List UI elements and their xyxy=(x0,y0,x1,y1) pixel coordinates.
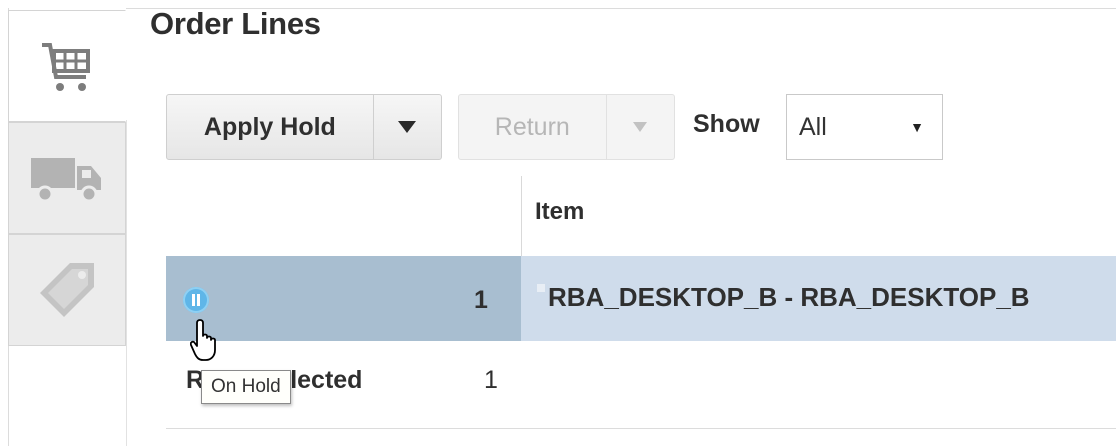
side-tab-shipment[interactable] xyxy=(8,122,126,234)
column-divider xyxy=(521,176,522,256)
apply-hold-menu-button[interactable] xyxy=(374,95,441,159)
return-menu-button[interactable] xyxy=(607,95,674,159)
truck-icon xyxy=(31,158,101,203)
caret-down-icon xyxy=(398,121,417,133)
return-button[interactable]: Return xyxy=(459,95,607,159)
show-filter-label: Show xyxy=(693,110,760,138)
side-tab-order[interactable] xyxy=(8,10,126,122)
show-filter-value: All xyxy=(799,112,827,141)
select-caret-icon: ▼ xyxy=(910,119,924,135)
pause-bar xyxy=(192,294,195,306)
line-number: 1 xyxy=(474,286,488,314)
side-tab-pricing[interactable] xyxy=(8,234,126,346)
cell-marker xyxy=(537,284,545,292)
caret-down-icon xyxy=(633,122,648,132)
side-tab-bar xyxy=(8,10,126,350)
on-hold-icon[interactable] xyxy=(183,287,209,313)
show-filter-select[interactable]: All ▼ xyxy=(786,94,943,160)
page-title: Order Lines xyxy=(150,6,321,41)
table-bottom-border xyxy=(166,428,1116,429)
column-header-item[interactable]: Item xyxy=(535,198,584,226)
apply-hold-button[interactable]: Apply Hold xyxy=(167,95,374,159)
rows-selected-count: 1 xyxy=(484,366,498,394)
return-split-button: Return xyxy=(458,94,675,160)
pause-bar xyxy=(197,294,200,306)
apply-hold-split-button: Apply Hold xyxy=(166,94,442,160)
price-tag-icon xyxy=(40,263,94,317)
shopping-cart-icon xyxy=(42,43,90,91)
on-hold-tooltip: On Hold xyxy=(201,370,291,404)
item-cell: RBA_DESKTOP_B - RBA_DESKTOP_B xyxy=(548,282,1030,312)
hand-cursor-icon xyxy=(190,319,216,361)
content-divider xyxy=(126,120,127,446)
